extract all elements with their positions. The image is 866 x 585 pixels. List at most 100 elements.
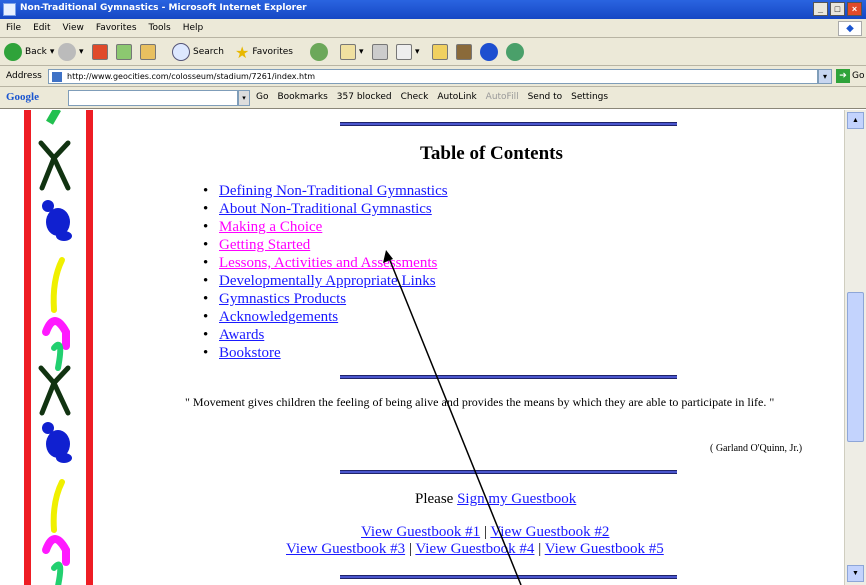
history-icon[interactable] — [310, 42, 328, 62]
toc-item: Lessons, Activities and Assessments — [203, 254, 448, 272]
gymnast-figures — [38, 110, 72, 585]
edit-icon[interactable]: ▾ — [396, 42, 420, 62]
stop-icon[interactable] — [92, 42, 108, 62]
autofill-button[interactable]: AutoFill — [486, 92, 519, 102]
toc-link-lessons[interactable]: Lessons, Activities and Assessments — [219, 255, 437, 271]
menu-view[interactable]: View — [57, 19, 90, 33]
address-label: Address — [6, 71, 42, 81]
search-button[interactable]: Search — [172, 42, 224, 62]
toc-item: Bookstore — [203, 344, 448, 362]
toc-item: Making a Choice — [203, 218, 448, 236]
back-button[interactable]: Back ▾ — [4, 42, 54, 62]
toc-link-defining[interactable]: Defining Non-Traditional Gymnastics — [219, 183, 448, 199]
scroll-thumb[interactable] — [847, 292, 864, 442]
address-url: http://www.geocities.com/colosseum/stadi… — [67, 72, 316, 81]
bookmarks-button[interactable]: Bookmarks — [277, 92, 327, 102]
toc-link-acknowledgements[interactable]: Acknowledgements — [219, 309, 338, 325]
toc-link-awards[interactable]: Awards — [219, 327, 264, 343]
scroll-up-button[interactable]: ▲ — [847, 112, 864, 129]
star-icon: ★ — [235, 42, 250, 62]
windows-logo-icon: ◆ — [838, 21, 862, 36]
google-search-input[interactable] — [68, 90, 238, 106]
toc-link-links[interactable]: Developmentally Appropriate Links — [219, 273, 436, 289]
page-icon — [52, 72, 62, 82]
toc-item: About Non-Traditional Gymnastics — [203, 200, 448, 218]
gymnast-border-strip — [24, 110, 96, 585]
vertical-scrollbar[interactable]: ▲ ▼ — [844, 110, 866, 585]
spell-check-button[interactable]: Check — [401, 92, 429, 102]
scroll-down-button[interactable]: ▼ — [847, 565, 864, 582]
toc-item: Gymnastics Products — [203, 290, 448, 308]
maximize-button[interactable]: □ — [830, 2, 845, 16]
menu-edit[interactable]: Edit — [27, 19, 56, 33]
toc-link-making-a-choice[interactable]: Making a Choice — [219, 219, 322, 235]
print-icon[interactable] — [372, 42, 388, 62]
title-bar: Non-Traditional Gymnastics - Microsoft I… — [0, 0, 866, 19]
toc-item: Acknowledgements — [203, 308, 448, 326]
link-separator: | — [538, 541, 542, 557]
menu-file[interactable]: File — [0, 19, 27, 33]
mail-icon[interactable]: ▾ — [340, 42, 364, 62]
messenger-icon[interactable] — [506, 42, 524, 62]
menu-favorites[interactable]: Favorites — [90, 19, 143, 33]
go-arrow-icon: ➔ — [836, 69, 850, 83]
view-guestbook-3-link[interactable]: View Guestbook #3 — [286, 541, 405, 557]
standard-toolbar: Back ▾ ▾ Search ★ Favorites ▾ ▾ — [0, 38, 866, 66]
address-input[interactable]: http://www.geocities.com/colosseum/stadi… — [48, 69, 818, 84]
guestbook-line: Please Sign my Guestbook — [415, 491, 576, 508]
separator-lower — [340, 470, 677, 474]
forward-button[interactable]: ▾ — [58, 42, 84, 62]
settings-button[interactable]: Settings — [571, 92, 608, 102]
view-guestbook-2-link[interactable]: View Guestbook #2 — [490, 524, 609, 540]
google-logo[interactable]: Google — [6, 91, 39, 103]
google-search-dropdown[interactable]: ▾ — [238, 90, 250, 106]
toc-link-getting-started[interactable]: Getting Started — [219, 237, 310, 253]
toc-item: Defining Non-Traditional Gymnastics — [203, 182, 448, 200]
view-guestbook-4-link[interactable]: View Guestbook #4 — [415, 541, 534, 557]
google-go-button[interactable]: Go — [256, 92, 268, 102]
view-guestbook-1-link[interactable]: View Guestbook #1 — [361, 524, 480, 540]
menu-help[interactable]: Help — [177, 19, 210, 33]
toc-link-bookstore[interactable]: Bookstore — [219, 345, 281, 361]
toc-link-about[interactable]: About Non-Traditional Gymnastics — [219, 201, 432, 217]
toc-item: Awards — [203, 326, 448, 344]
go-button[interactable]: ➔ Go — [836, 69, 864, 83]
guestbook-prefix: Please — [415, 491, 454, 507]
guestbook-links-row-2: View Guestbook #3 | View Guestbook #4 | … — [286, 541, 664, 558]
popup-blocker-button[interactable]: 357 blocked — [337, 92, 392, 102]
link-separator: | — [483, 524, 487, 540]
home-icon[interactable] — [140, 42, 156, 62]
quote-attribution: ( Garland O'Quinn, Jr.) — [710, 443, 803, 454]
link-separator: | — [408, 541, 412, 557]
menu-tools[interactable]: Tools — [143, 19, 177, 33]
forward-arrow-icon — [58, 43, 76, 61]
toc-item: Developmentally Appropriate Links — [203, 272, 448, 290]
view-guestbook-5-link[interactable]: View Guestbook #5 — [545, 541, 664, 557]
toc-item: Getting Started — [203, 236, 448, 254]
separator-bottom — [340, 575, 677, 579]
address-dropdown-button[interactable]: ▾ — [818, 69, 832, 84]
close-button[interactable]: × — [847, 2, 862, 16]
separator-top — [340, 122, 677, 126]
autolink-button[interactable]: AutoLink — [437, 92, 476, 102]
minimize-button[interactable]: _ — [813, 2, 828, 16]
toc-title: Table of Contents — [420, 143, 563, 164]
bluetooth-icon[interactable] — [480, 42, 498, 62]
toc-list: Defining Non-Traditional Gymnastics Abou… — [203, 182, 448, 362]
refresh-icon[interactable] — [116, 42, 132, 62]
send-to-button[interactable]: Send to — [528, 92, 563, 102]
toc-link-products[interactable]: Gymnastics Products — [219, 291, 346, 307]
back-arrow-icon — [4, 43, 22, 61]
menu-bar: File Edit View Favorites Tools Help ◆ — [0, 19, 866, 38]
favorites-button[interactable]: ★ Favorites — [235, 42, 293, 62]
sign-guestbook-link[interactable]: Sign my Guestbook — [457, 491, 576, 507]
discuss-icon[interactable] — [432, 42, 448, 62]
guestbook-links-row-1: View Guestbook #1 | View Guestbook #2 — [361, 524, 609, 541]
address-bar: Address http://www.geocities.com/colosse… — [0, 66, 866, 87]
separator-middle — [340, 375, 677, 379]
window-title: Non-Traditional Gymnastics - Microsoft I… — [20, 3, 307, 13]
search-icon — [172, 43, 190, 61]
quote-text: " Movement gives children the feeling of… — [185, 395, 775, 409]
research-icon[interactable] — [456, 42, 472, 62]
page-content: Table of Contents Defining Non-Tradition… — [0, 110, 866, 585]
